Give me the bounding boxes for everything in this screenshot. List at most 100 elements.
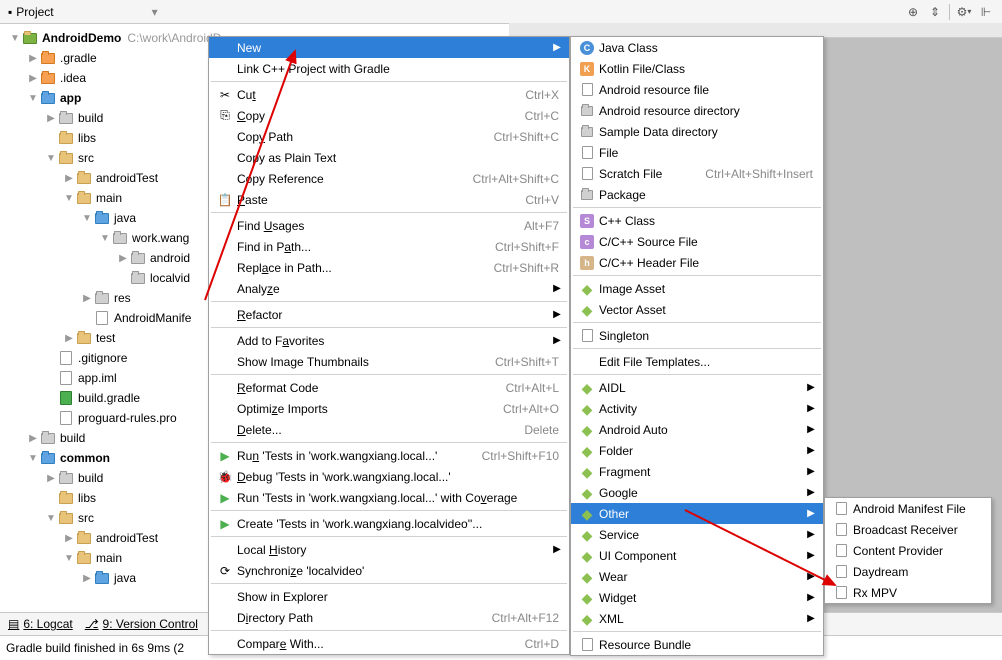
tree-arrow-icon[interactable]: ▼ bbox=[62, 193, 76, 204]
menu-item[interactable]: Compare With...Ctrl+D bbox=[209, 633, 569, 654]
menu-label: Sample Data directory bbox=[597, 125, 817, 139]
menu-icon: ◆ bbox=[577, 570, 597, 584]
menu-item[interactable]: Reformat CodeCtrl+Alt+L bbox=[209, 377, 569, 398]
tree-label: src bbox=[78, 151, 94, 165]
tree-arrow-icon[interactable]: ▼ bbox=[44, 153, 58, 164]
menu-item[interactable]: SC++ Class bbox=[571, 210, 823, 231]
menu-item[interactable]: ◆Image Asset bbox=[571, 278, 823, 299]
folder-icon bbox=[40, 51, 56, 65]
menu-item[interactable]: ✂CutCtrl+X bbox=[209, 84, 569, 105]
tree-arrow-icon[interactable]: ▶ bbox=[116, 253, 130, 264]
menu-item[interactable]: Copy ReferenceCtrl+Alt+Shift+C bbox=[209, 168, 569, 189]
menu-item[interactable]: hC/C++ Header File bbox=[571, 252, 823, 273]
tree-arrow-icon[interactable]: ▶ bbox=[44, 473, 58, 484]
submenu-arrow-icon: ▶ bbox=[551, 335, 563, 346]
menu-item[interactable]: cC/C++ Source File bbox=[571, 231, 823, 252]
menu-item[interactable]: Android Manifest File bbox=[825, 498, 991, 519]
target-icon[interactable]: ⊕ bbox=[905, 4, 921, 20]
collapse-icon[interactable]: ⇕ bbox=[927, 4, 943, 20]
tree-arrow-icon[interactable]: ▼ bbox=[62, 553, 76, 564]
menu-item[interactable]: Refactor▶ bbox=[209, 304, 569, 325]
menu-item[interactable]: Analyze▶ bbox=[209, 278, 569, 299]
version-control-tab[interactable]: ⎇ 9: Version Control bbox=[85, 617, 198, 631]
menu-item[interactable]: ⎘CopyCtrl+C bbox=[209, 105, 569, 126]
folder-icon bbox=[94, 571, 110, 585]
tree-arrow-icon[interactable]: ▶ bbox=[62, 533, 76, 544]
tree-arrow-icon[interactable]: ▼ bbox=[98, 233, 112, 244]
tree-arrow-icon[interactable]: ▶ bbox=[26, 53, 40, 64]
menu-item[interactable]: ◆Widget▶ bbox=[571, 587, 823, 608]
menu-item[interactable]: Copy as Plain Text bbox=[209, 147, 569, 168]
menu-item[interactable]: Rx MPV bbox=[825, 582, 991, 603]
menu-item[interactable]: Find in Path...Ctrl+Shift+F bbox=[209, 236, 569, 257]
menu-item[interactable]: Optimize ImportsCtrl+Alt+O bbox=[209, 398, 569, 419]
menu-item[interactable]: ◆Other▶ bbox=[571, 503, 823, 524]
tree-arrow-icon[interactable]: ▶ bbox=[62, 173, 76, 184]
menu-item[interactable]: ▶Run 'Tests in 'work.wangxiang.local...'… bbox=[209, 487, 569, 508]
tree-arrow-icon[interactable]: ▼ bbox=[80, 213, 94, 224]
menu-item[interactable]: Resource Bundle bbox=[571, 634, 823, 655]
submenu-arrow-icon: ▶ bbox=[805, 487, 817, 498]
menu-item[interactable]: Singleton bbox=[571, 325, 823, 346]
tree-arrow-icon[interactable]: ▼ bbox=[44, 513, 58, 524]
menu-item[interactable]: Delete...Delete bbox=[209, 419, 569, 440]
tree-arrow-icon[interactable]: ▶ bbox=[44, 113, 58, 124]
menu-item[interactable]: Link C++ Project with Gradle bbox=[209, 58, 569, 79]
menu-item[interactable]: Sample Data directory bbox=[571, 121, 823, 142]
menu-item[interactable]: ▶Create 'Tests in 'work.wangxiang.localv… bbox=[209, 513, 569, 534]
menu-item[interactable]: ▶Run 'Tests in 'work.wangxiang.local...'… bbox=[209, 445, 569, 466]
menu-item[interactable]: Local History▶ bbox=[209, 539, 569, 560]
menu-item[interactable]: Daydream bbox=[825, 561, 991, 582]
menu-item[interactable]: ◆UI Component▶ bbox=[571, 545, 823, 566]
tree-arrow-icon[interactable]: ▶ bbox=[26, 433, 40, 444]
menu-item[interactable]: 📋PasteCtrl+V bbox=[209, 189, 569, 210]
menu-item[interactable]: 🐞Debug 'Tests in 'work.wangxiang.local..… bbox=[209, 466, 569, 487]
menu-item[interactable]: Show Image ThumbnailsCtrl+Shift+T bbox=[209, 351, 569, 372]
menu-item[interactable]: ⟳Synchronize 'localvideo' bbox=[209, 560, 569, 581]
tree-arrow-icon[interactable]: ▼ bbox=[26, 453, 40, 464]
menu-item[interactable]: KKotlin File/Class bbox=[571, 58, 823, 79]
menu-item[interactable]: ◆AIDL▶ bbox=[571, 377, 823, 398]
menu-item[interactable]: ◆XML▶ bbox=[571, 608, 823, 629]
hide-icon[interactable]: ⊩ bbox=[978, 4, 994, 20]
menu-item[interactable]: New▶ bbox=[209, 37, 569, 58]
menu-item[interactable]: Find UsagesAlt+F7 bbox=[209, 215, 569, 236]
tree-arrow-icon[interactable]: ▶ bbox=[26, 73, 40, 84]
dropdown-arrow-icon[interactable]: ▾ bbox=[152, 5, 158, 19]
menu-item[interactable]: ◆Wear▶ bbox=[571, 566, 823, 587]
menu-label: Reformat Code bbox=[235, 381, 506, 395]
menu-item[interactable]: ◆Folder▶ bbox=[571, 440, 823, 461]
project-title[interactable]: ▪ Project ▾ bbox=[8, 5, 158, 19]
menu-item[interactable]: Broadcast Receiver bbox=[825, 519, 991, 540]
menu-item[interactable]: Add to Favorites▶ bbox=[209, 330, 569, 351]
menu-item[interactable]: Android resource file bbox=[571, 79, 823, 100]
tree-arrow-icon[interactable]: ▶ bbox=[62, 333, 76, 344]
tree-arrow-icon[interactable]: ▼ bbox=[8, 33, 22, 44]
menu-item[interactable]: ◆Google▶ bbox=[571, 482, 823, 503]
menu-item[interactable]: Scratch FileCtrl+Alt+Shift+Insert bbox=[571, 163, 823, 184]
menu-item[interactable]: Edit File Templates... bbox=[571, 351, 823, 372]
menu-item[interactable]: ◆Vector Asset bbox=[571, 299, 823, 320]
gear-icon[interactable]: ⚙▾ bbox=[956, 4, 972, 20]
menu-item[interactable]: File bbox=[571, 142, 823, 163]
menu-item[interactable]: ◆Activity▶ bbox=[571, 398, 823, 419]
menu-item[interactable]: Package bbox=[571, 184, 823, 205]
logcat-tab[interactable]: ▤ 6: Logcat bbox=[8, 617, 73, 631]
submenu-arrow-icon: ▶ bbox=[805, 424, 817, 435]
tree-label: work.wang bbox=[132, 231, 189, 245]
menu-item[interactable]: Directory PathCtrl+Alt+F12 bbox=[209, 607, 569, 628]
tree-label: build bbox=[78, 111, 103, 125]
menu-item[interactable]: Show in Explorer bbox=[209, 586, 569, 607]
menu-item[interactable]: Replace in Path...Ctrl+Shift+R bbox=[209, 257, 569, 278]
tree-arrow-icon[interactable]: ▶ bbox=[80, 293, 94, 304]
menu-item[interactable]: Content Provider bbox=[825, 540, 991, 561]
submenu-arrow-icon: ▶ bbox=[551, 283, 563, 294]
menu-item[interactable]: Copy PathCtrl+Shift+C bbox=[209, 126, 569, 147]
menu-item[interactable]: ◆Android Auto▶ bbox=[571, 419, 823, 440]
menu-item[interactable]: ◆Service▶ bbox=[571, 524, 823, 545]
menu-item[interactable]: Android resource directory bbox=[571, 100, 823, 121]
menu-item[interactable]: ◆Fragment▶ bbox=[571, 461, 823, 482]
tree-arrow-icon[interactable]: ▶ bbox=[80, 573, 94, 584]
tree-arrow-icon[interactable]: ▼ bbox=[26, 93, 40, 104]
menu-item[interactable]: CJava Class bbox=[571, 37, 823, 58]
